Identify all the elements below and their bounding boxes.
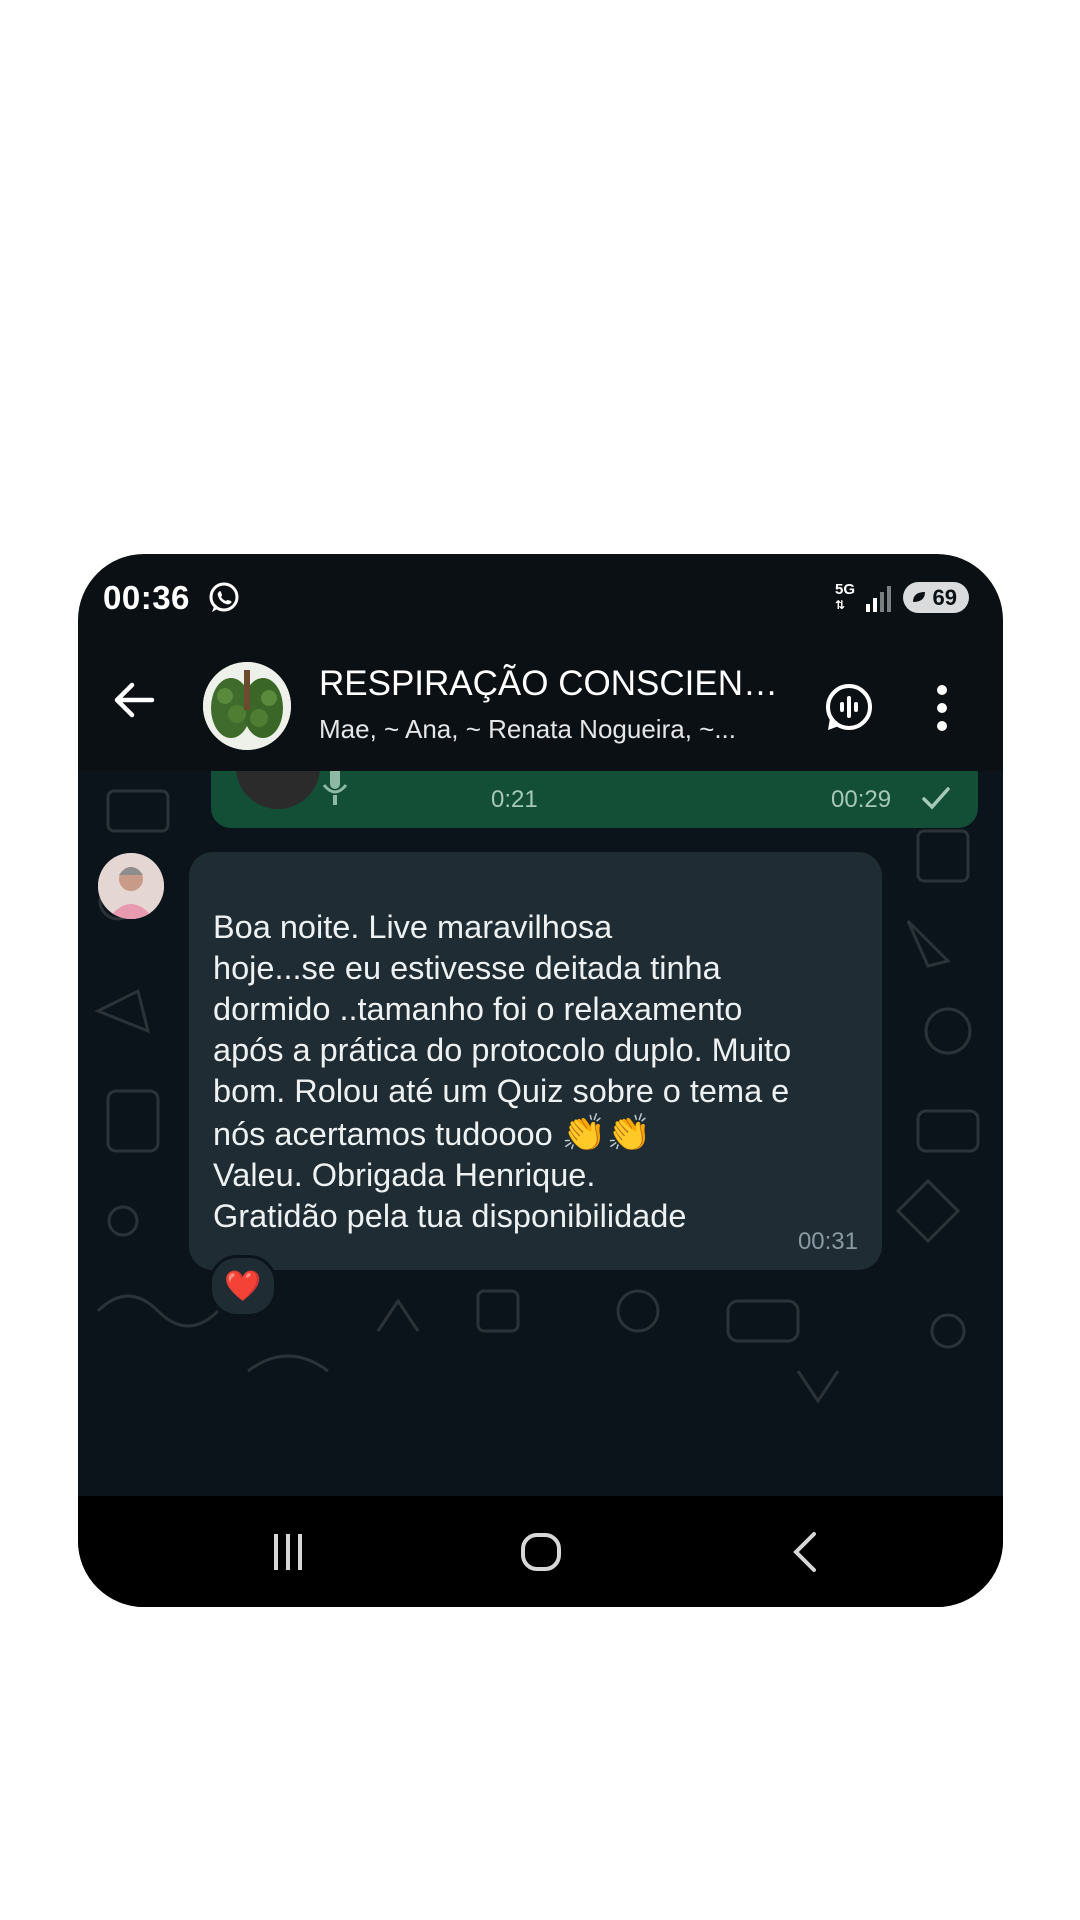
mic-icon [322,771,348,805]
sent-check-icon [922,787,950,810]
status-bar: 00:36 5G ⇅ 69 [78,554,1003,644]
phone-screen: 00:36 5G ⇅ 69 RESPIRAÇÃO CONSCIENTE... M… [78,554,1003,1607]
group-members[interactable]: Mae, ~ Ana, ~ Renata Nogueira, ~... [319,714,799,745]
battery-indicator: 69 [903,582,969,613]
voice-duration: 0:21 [491,786,538,813]
heart-reaction[interactable]: ❤️ [209,1255,277,1317]
incoming-message-bubble[interactable]: Boa noite. Live maravilhosa hoje...se eu… [189,852,882,1270]
voice-message-bubble[interactable]: 0:21 00:29 [211,771,978,828]
message-time: 00:31 [797,1228,858,1255]
system-nav-bar [78,1496,1003,1607]
battery-level: 69 [932,584,957,610]
back-icon[interactable] [790,1530,818,1574]
whatsapp-icon [209,582,239,612]
voice-sender-thumbnail [236,771,320,809]
status-time: 00:36 [103,579,190,616]
network-type: 5G ⇅ [835,581,856,612]
group-title[interactable]: RESPIRAÇÃO CONSCIENTE... [319,664,799,704]
more-vertical-icon[interactable] [934,682,950,734]
heart-emoji: ❤️ [224,1269,262,1303]
chat-header: RESPIRAÇÃO CONSCIENTE... Mae, ~ Ana, ~ R… [78,644,1003,771]
group-avatar[interactable] [203,662,291,750]
chat-area: 0:21 00:29 Boa noite. Live maravilhosa h… [78,771,1003,1496]
sender-avatar[interactable] [98,853,164,919]
voice-chat-icon[interactable] [823,682,875,734]
message-text: Boa noite. Live maravilhosa hoje...se eu… [213,909,792,1234]
home-icon[interactable] [520,1532,562,1572]
back-arrow-icon[interactable] [112,678,156,722]
recent-apps-icon[interactable] [268,1532,308,1572]
lungs-image [203,662,291,750]
voice-time: 00:29 [831,786,892,813]
clapping-emoji: 👏👏 [561,1112,652,1153]
signal-icon [866,586,891,612]
battery-saver-icon [913,592,925,602]
